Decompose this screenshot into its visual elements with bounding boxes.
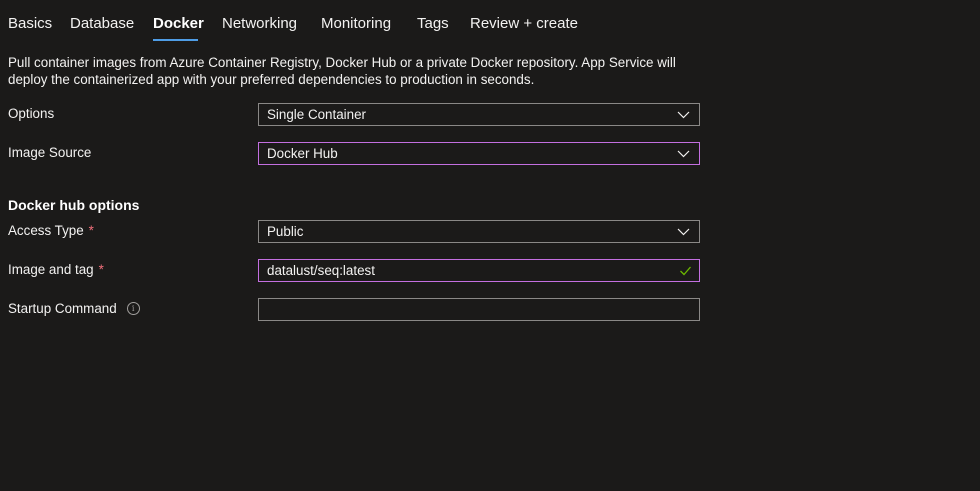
startup-command-input[interactable] — [258, 298, 700, 321]
image-source-dropdown-value: Docker Hub — [267, 146, 338, 161]
access-type-dropdown-value: Public — [267, 224, 304, 239]
tab-review-create[interactable]: Review + create — [470, 15, 578, 32]
tab-database[interactable]: Database — [70, 15, 134, 32]
tab-docker[interactable]: Docker — [153, 15, 204, 32]
options-label: Options — [8, 106, 54, 121]
docker-settings-page: Basics Database Docker Networking Monito… — [0, 0, 980, 491]
options-dropdown-value: Single Container — [267, 107, 367, 122]
tab-tags[interactable]: Tags — [417, 15, 449, 32]
tab-basics[interactable]: Basics — [8, 15, 52, 32]
startup-command-text-input[interactable] — [259, 299, 699, 320]
image-and-tag-label-text: Image and tag — [8, 262, 94, 277]
image-and-tag-input[interactable] — [258, 259, 700, 282]
required-marker: * — [98, 262, 104, 277]
startup-command-label-text: Startup Command — [8, 301, 117, 316]
options-dropdown[interactable]: Single Container — [258, 103, 700, 126]
tab-networking[interactable]: Networking — [222, 15, 297, 32]
tab-monitoring[interactable]: Monitoring — [321, 15, 391, 32]
required-marker: * — [88, 223, 94, 238]
info-icon[interactable]: i — [126, 302, 140, 315]
docker-hub-options-heading: Docker hub options — [8, 197, 140, 213]
image-source-label: Image Source — [8, 145, 91, 160]
chevron-down-icon — [677, 228, 690, 236]
chevron-down-icon — [677, 150, 690, 158]
access-type-label-text: Access Type — [8, 223, 84, 238]
wizard-tabs: Basics Database Docker Networking Monito… — [0, 0, 700, 42]
image-source-dropdown[interactable]: Docker Hub — [258, 142, 700, 165]
options-label-text: Options — [8, 106, 55, 121]
image-source-label-text: Image Source — [8, 145, 92, 160]
image-and-tag-label: Image and tag * — [8, 262, 104, 277]
image-and-tag-text-input[interactable] — [259, 260, 699, 281]
access-type-label: Access Type * — [8, 223, 94, 238]
chevron-down-icon — [677, 111, 690, 119]
startup-command-label: Startup Command i — [8, 301, 140, 316]
active-tab-indicator — [153, 39, 198, 41]
checkmark-icon — [680, 266, 691, 276]
access-type-dropdown[interactable]: Public — [258, 220, 700, 243]
page-description: Pull container images from Azure Contain… — [8, 55, 676, 87]
